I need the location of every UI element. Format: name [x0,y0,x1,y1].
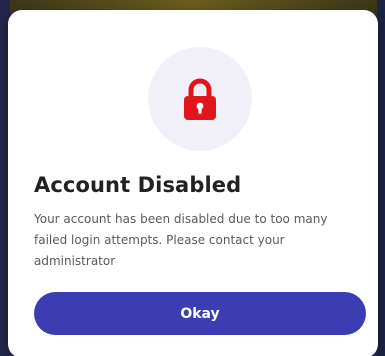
account-disabled-dialog: Account Disabled Your account has been d… [8,10,378,356]
dialog-title: Account Disabled [34,173,242,197]
lock-icon [184,78,216,120]
backdrop-right [377,0,385,356]
okay-button[interactable]: Okay [34,292,366,335]
icon-badge [148,47,252,151]
dialog-message: Your account has been disabled due to to… [34,212,328,268]
